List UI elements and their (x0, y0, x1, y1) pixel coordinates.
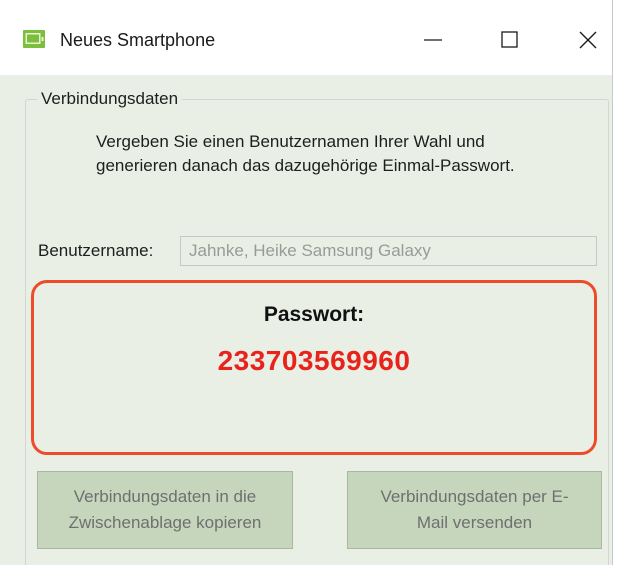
copy-button-label-line2: Zwischenablage kopieren (68, 513, 262, 532)
dialog-window: Neues Smartphone Verbindungsdaten Vergeb… (0, 0, 613, 565)
username-label: Benutzername: (38, 241, 154, 260)
send-email-button[interactable]: Verbindungsdaten per E- Mail versenden (347, 471, 602, 549)
group-legend: Verbindungsdaten (37, 88, 183, 110)
maximize-button[interactable] (486, 16, 534, 64)
username-input[interactable]: Jahnke, Heike Samsung Galaxy (180, 236, 597, 266)
copy-button-label-line1: Verbindungsdaten in die (73, 487, 257, 506)
password-value: 233703569960 (217, 345, 411, 376)
password-label: Passwort: (263, 303, 365, 326)
title-bar[interactable]: Neues Smartphone (0, 0, 612, 75)
copy-to-clipboard-button[interactable]: Verbindungsdaten in die Zwischenablage k… (37, 471, 293, 549)
minimize-icon (424, 39, 442, 41)
mail-button-label-line2: Mail versenden (416, 513, 533, 532)
minimize-button[interactable] (409, 16, 457, 64)
close-icon (579, 31, 597, 49)
close-button[interactable] (564, 16, 612, 64)
password-panel: Passwort: 233703569960 (31, 280, 597, 455)
maximize-icon (501, 31, 518, 48)
window-title: Neues Smartphone (60, 30, 216, 50)
smartphone-app-icon (22, 27, 46, 51)
instructions-text: Vergeben Sie einen Benutzernamen Ihrer W… (96, 132, 515, 175)
mail-button-label-line1: Verbindungsdaten per E- (380, 487, 569, 506)
